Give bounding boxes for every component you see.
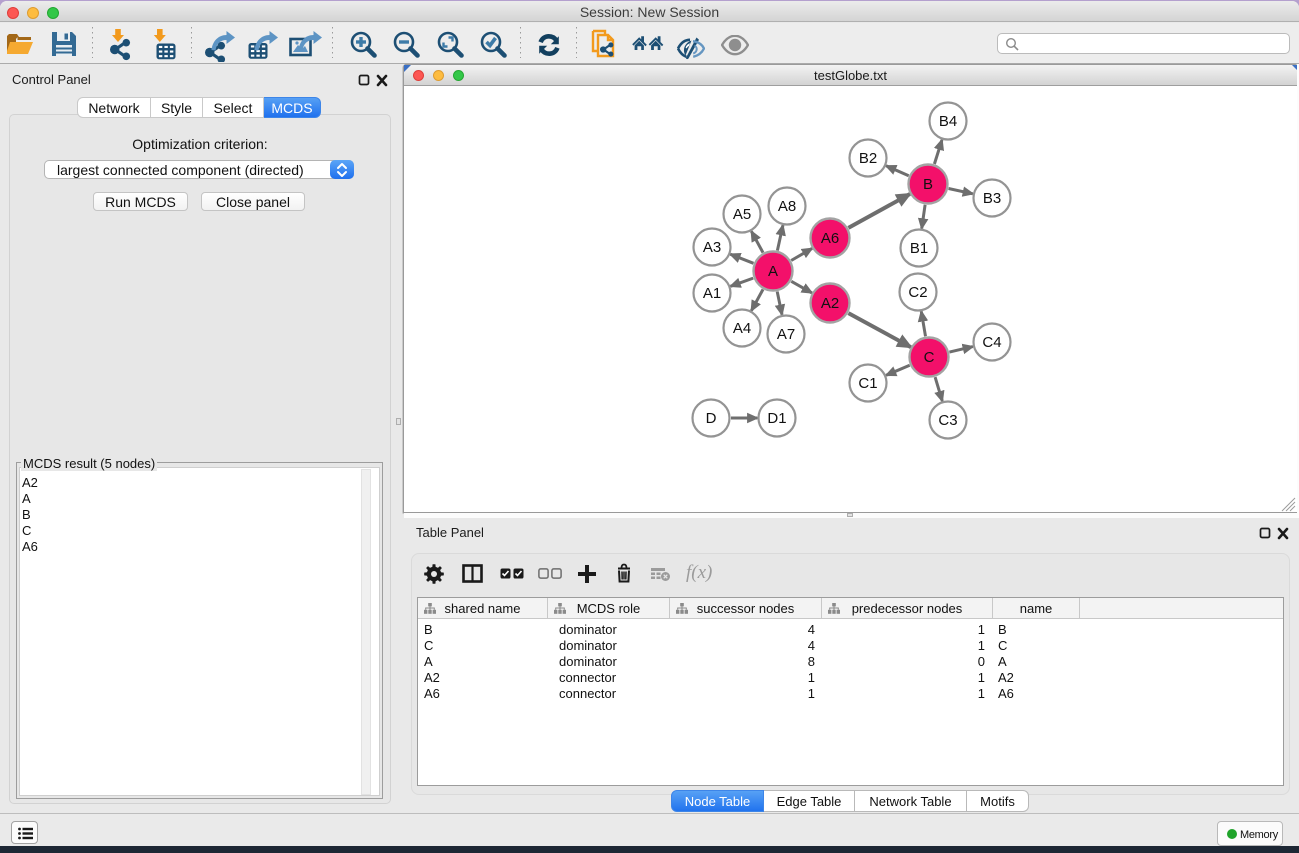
svg-text:C: C: [924, 349, 935, 366]
svg-text:B4: B4: [939, 113, 957, 130]
svg-text:A7: A7: [777, 326, 795, 343]
svg-text:A8: A8: [778, 198, 796, 215]
svg-text:D1: D1: [767, 410, 786, 427]
svg-text:C3: C3: [938, 412, 957, 429]
svg-text:B: B: [923, 176, 933, 193]
svg-text:C2: C2: [908, 284, 927, 301]
svg-text:A5: A5: [733, 206, 751, 223]
svg-text:B2: B2: [859, 150, 877, 167]
svg-text:B3: B3: [983, 190, 1001, 207]
svg-text:D: D: [706, 410, 717, 427]
svg-text:C1: C1: [858, 375, 877, 392]
svg-text:C4: C4: [982, 334, 1001, 351]
svg-text:B1: B1: [910, 240, 928, 257]
svg-text:A3: A3: [703, 239, 721, 256]
svg-text:A4: A4: [733, 320, 751, 337]
svg-text:A: A: [768, 263, 778, 280]
svg-text:A6: A6: [821, 230, 839, 247]
svg-text:A2: A2: [821, 295, 839, 312]
svg-text:A1: A1: [703, 285, 721, 302]
